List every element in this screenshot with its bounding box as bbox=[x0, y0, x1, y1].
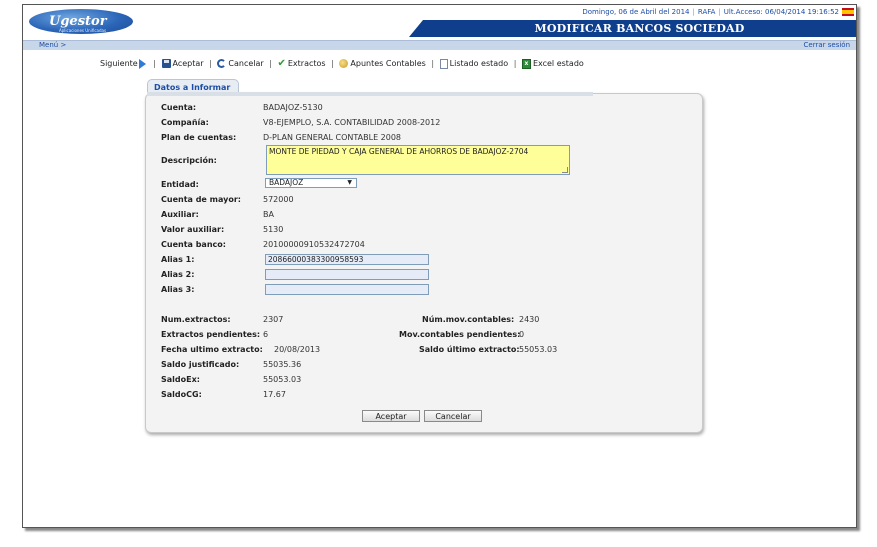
extractos-pendientes-value: 6 bbox=[263, 330, 269, 339]
num-mov-contables-label: Núm.mov.contables: bbox=[422, 315, 515, 324]
current-date: Domingo, 06 de Abril del 2014 bbox=[582, 8, 690, 16]
cuenta-mayor-value: 572000 bbox=[263, 195, 294, 204]
alias3-input[interactable] bbox=[265, 284, 429, 295]
plan-cuentas-label: Plan de cuentas: bbox=[161, 133, 237, 142]
header: Ugestor Aplicaciones Unificadas Domingo,… bbox=[23, 5, 856, 39]
mov-contables-pendientes-value: 0 bbox=[519, 330, 525, 339]
alias2-input[interactable] bbox=[265, 269, 429, 280]
fecha-ultimo-extracto-label: Fecha ultimo extracto: bbox=[161, 345, 263, 354]
check-icon: ✔ bbox=[277, 58, 286, 69]
compania-label: Compañía: bbox=[161, 118, 209, 127]
extracts-label: Extractos bbox=[287, 59, 326, 68]
user-name: RAFA bbox=[697, 8, 716, 16]
resize-handle-icon[interactable] bbox=[562, 167, 568, 173]
alias1-input[interactable]: 20866000383300958593 bbox=[265, 254, 429, 265]
logout-link[interactable]: Cerrar sesión bbox=[804, 41, 850, 49]
alias3-label: Alias 3: bbox=[161, 285, 195, 294]
accept-toolbar-button[interactable]: Aceptar bbox=[161, 59, 204, 68]
valor-auxiliar-value: 5130 bbox=[263, 225, 284, 234]
accounting-entries-button[interactable]: Apuntes Contables bbox=[339, 59, 426, 68]
menu-button[interactable]: Menú > bbox=[31, 41, 74, 49]
arrow-right-icon bbox=[138, 58, 146, 69]
mov-contables-pendientes-label: Mov.contables pendientes: bbox=[399, 330, 521, 339]
entidad-select[interactable]: BADAJOZ ▼ bbox=[265, 178, 357, 188]
saldo-ex-label: SaldoEx: bbox=[161, 375, 200, 384]
next-label: Siguiente bbox=[100, 59, 138, 68]
save-icon bbox=[161, 59, 171, 68]
ugestor-logo[interactable]: Ugestor Aplicaciones Unificadas bbox=[29, 9, 133, 34]
plan-cuentas-value: D-PLAN GENERAL CONTABLE 2008 bbox=[263, 133, 402, 142]
descripcion-textarea[interactable]: MONTE DE PIEDAD Y CAJA GENERAL DE AHORRO… bbox=[266, 145, 570, 175]
cancel-toolbar-label: Cancelar bbox=[228, 59, 264, 68]
num-extractos-label: Num.extractos: bbox=[161, 315, 231, 324]
cuenta-banco-label: Cuenta banco: bbox=[161, 240, 226, 249]
app-window: Ugestor Aplicaciones Unificadas Domingo,… bbox=[22, 4, 857, 528]
toolbar: Siguiente | Aceptar | Cancelar | ✔ Extrac… bbox=[100, 58, 584, 69]
auxiliar-label: Auxiliar: bbox=[161, 210, 199, 219]
panel-header-strip bbox=[147, 92, 593, 96]
accept-button[interactable]: Aceptar bbox=[362, 410, 420, 422]
entidad-label: Entidad: bbox=[161, 180, 199, 189]
dropdown-arrow-icon: ▼ bbox=[347, 179, 352, 186]
fecha-ultimo-extracto-value: 20/08/2013 bbox=[274, 345, 321, 354]
saldo-cg-value: 17.67 bbox=[263, 390, 286, 399]
undo-icon bbox=[217, 59, 227, 68]
excel-icon: x bbox=[521, 58, 531, 69]
page-title: MODIFICAR BANCOS SOCIEDAD bbox=[534, 22, 745, 35]
cancel-button[interactable]: Cancelar bbox=[424, 410, 482, 422]
descripcion-label: Descripción: bbox=[161, 156, 217, 165]
saldo-justificado-label: Saldo justificado: bbox=[161, 360, 240, 369]
status-list-button[interactable]: Listado estado bbox=[439, 58, 509, 69]
saldo-cg-label: SaldoCG: bbox=[161, 390, 202, 399]
logo-tagline: Aplicaciones Unificadas bbox=[59, 28, 107, 33]
descripcion-value: MONTE DE PIEDAD Y CAJA GENERAL DE AHORRO… bbox=[269, 147, 529, 156]
entidad-selected-value: BADAJOZ bbox=[269, 178, 304, 187]
extractos-pendientes-label: Extractos pendientes: bbox=[161, 330, 261, 339]
valor-auxiliar-label: Valor auxiliar: bbox=[161, 225, 225, 234]
document-icon bbox=[439, 58, 448, 69]
alias2-label: Alias 2: bbox=[161, 270, 195, 279]
accounting-entries-label: Apuntes Contables bbox=[350, 59, 426, 68]
status-list-label: Listado estado bbox=[449, 59, 509, 68]
cuenta-banco-value: 20100000910532472704 bbox=[263, 240, 365, 249]
excel-status-label: Excel estado bbox=[532, 59, 584, 68]
num-extractos-value: 2307 bbox=[263, 315, 284, 324]
accept-toolbar-label: Aceptar bbox=[172, 59, 204, 68]
saldo-ex-value: 55053.03 bbox=[263, 375, 302, 384]
compania-value: V8-EJEMPLO, S.A. CONTABILIDAD 2008-2012 bbox=[263, 118, 441, 127]
logo-text: Ugestor bbox=[49, 14, 107, 29]
session-info: Domingo, 06 de Abril del 2014 | RAFA | Ult.A… bbox=[582, 8, 854, 16]
alias1-label: Alias 1: bbox=[161, 255, 195, 264]
title-bar: MODIFICAR BANCOS SOCIEDAD bbox=[409, 20, 856, 37]
excel-status-button[interactable]: x Excel estado bbox=[521, 58, 584, 69]
tab-label: Datos a Informar bbox=[154, 83, 231, 92]
last-access: Ult.Acceso: 06/04/2014 19:16:52 bbox=[723, 8, 839, 16]
cuenta-mayor-label: Cuenta de mayor: bbox=[161, 195, 241, 204]
saldo-justificado-value: 55035.36 bbox=[263, 360, 302, 369]
coins-icon bbox=[339, 59, 349, 68]
spain-flag-icon[interactable] bbox=[842, 8, 854, 16]
saldo-ultimo-extracto-label: Saldo último extracto: bbox=[419, 345, 520, 354]
saldo-ultimo-extracto-value: 55053.03 bbox=[519, 345, 558, 354]
auxiliar-value: BA bbox=[263, 210, 274, 219]
extracts-button[interactable]: ✔ Extractos bbox=[277, 58, 325, 69]
cuenta-value: BADAJOZ-5130 bbox=[263, 103, 323, 112]
menu-bar: Menú > Cerrar sesión bbox=[23, 40, 856, 50]
num-mov-contables-value: 2430 bbox=[519, 315, 540, 324]
cancel-toolbar-button[interactable]: Cancelar bbox=[217, 59, 264, 68]
next-button[interactable]: Siguiente bbox=[100, 58, 148, 69]
cuenta-label: Cuenta: bbox=[161, 103, 197, 112]
